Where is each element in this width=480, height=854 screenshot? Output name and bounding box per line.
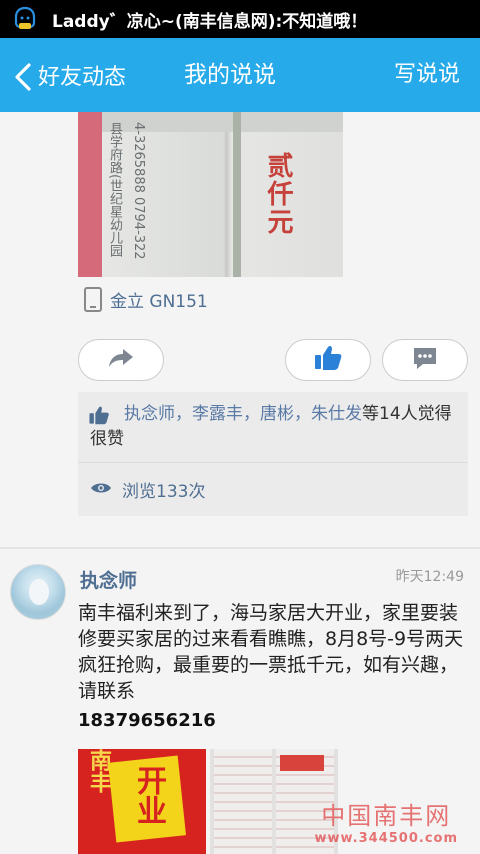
avatar-face xyxy=(29,579,49,605)
like-button[interactable] xyxy=(285,339,371,381)
chevron-left-icon xyxy=(10,62,36,91)
views-count: 浏览133次 xyxy=(122,482,206,502)
views-summary: 浏览133次 xyxy=(78,462,468,516)
comment-icon xyxy=(411,345,439,375)
device-name: 金立 GN151 xyxy=(110,292,208,312)
device-info: 金立 GN151 xyxy=(84,287,208,312)
photo-text-line2: 4-3265888 0794-322 xyxy=(131,122,146,260)
title-bar: 好友动态 我的说说 写说说 xyxy=(0,38,480,112)
comment-button[interactable] xyxy=(382,339,468,381)
post-photo[interactable]: 县学府路(世纪星幼儿园 4-3265888 0794-322 贰仟元 xyxy=(78,112,343,277)
likes-text: 执念师，李露丰，唐彬，朱仕发等14人觉得很赞 xyxy=(90,402,462,452)
thumbs-up-icon xyxy=(313,344,343,376)
chat-bubble-icon xyxy=(12,6,38,32)
page-title: 我的说说 xyxy=(184,62,276,88)
post-phone-number: 18379656216 xyxy=(78,710,216,731)
notification-text: Laddy゛凉心~(南丰信息网):不知道哦！ xyxy=(52,11,368,32)
photo-band xyxy=(233,112,241,277)
watermark-title: 中国南丰网 xyxy=(321,802,452,830)
watermark: 中国南丰网 www.344500.com xyxy=(314,796,458,846)
photo-text-big: 贰仟元 xyxy=(263,152,293,236)
likes-summary: 执念师，李露丰，唐彬，朱仕发等14人觉得很赞 xyxy=(78,392,468,462)
share-button[interactable] xyxy=(78,339,164,381)
back-label: 好友动态 xyxy=(38,65,127,90)
post-photo[interactable]: 南丰 开业 xyxy=(78,749,206,854)
photo-red-label xyxy=(280,755,324,771)
avatar[interactable] xyxy=(10,564,66,620)
photo-sheet xyxy=(214,749,272,854)
status-bar: Laddy゛凉心~(南丰信息网):不知道哦！ xyxy=(0,0,480,38)
photo-text-line1: 县学府路(世纪星幼儿园 xyxy=(107,122,122,258)
back-button[interactable]: 好友动态 xyxy=(10,38,126,112)
post-author[interactable]: 执念师 xyxy=(80,566,137,593)
watermark-url: www.344500.com xyxy=(314,831,458,846)
photo-text-a: 开业 xyxy=(131,765,166,825)
photo-pink-strip xyxy=(78,112,102,277)
post-divider xyxy=(0,547,480,549)
post-timestamp: 昨天12:49 xyxy=(395,569,464,585)
liker-names[interactable]: 执念师，李露丰，唐彬，朱仕发 xyxy=(90,404,362,424)
eye-icon xyxy=(90,480,112,499)
post-text: 南丰福利来到了，海马家居大开业，家里要装修要买家居的过来看看瞧瞧，8月8号-9号… xyxy=(78,602,464,702)
write-post-button[interactable]: 写说说 xyxy=(394,38,460,112)
phone-icon xyxy=(84,287,102,312)
share-icon xyxy=(107,346,135,374)
